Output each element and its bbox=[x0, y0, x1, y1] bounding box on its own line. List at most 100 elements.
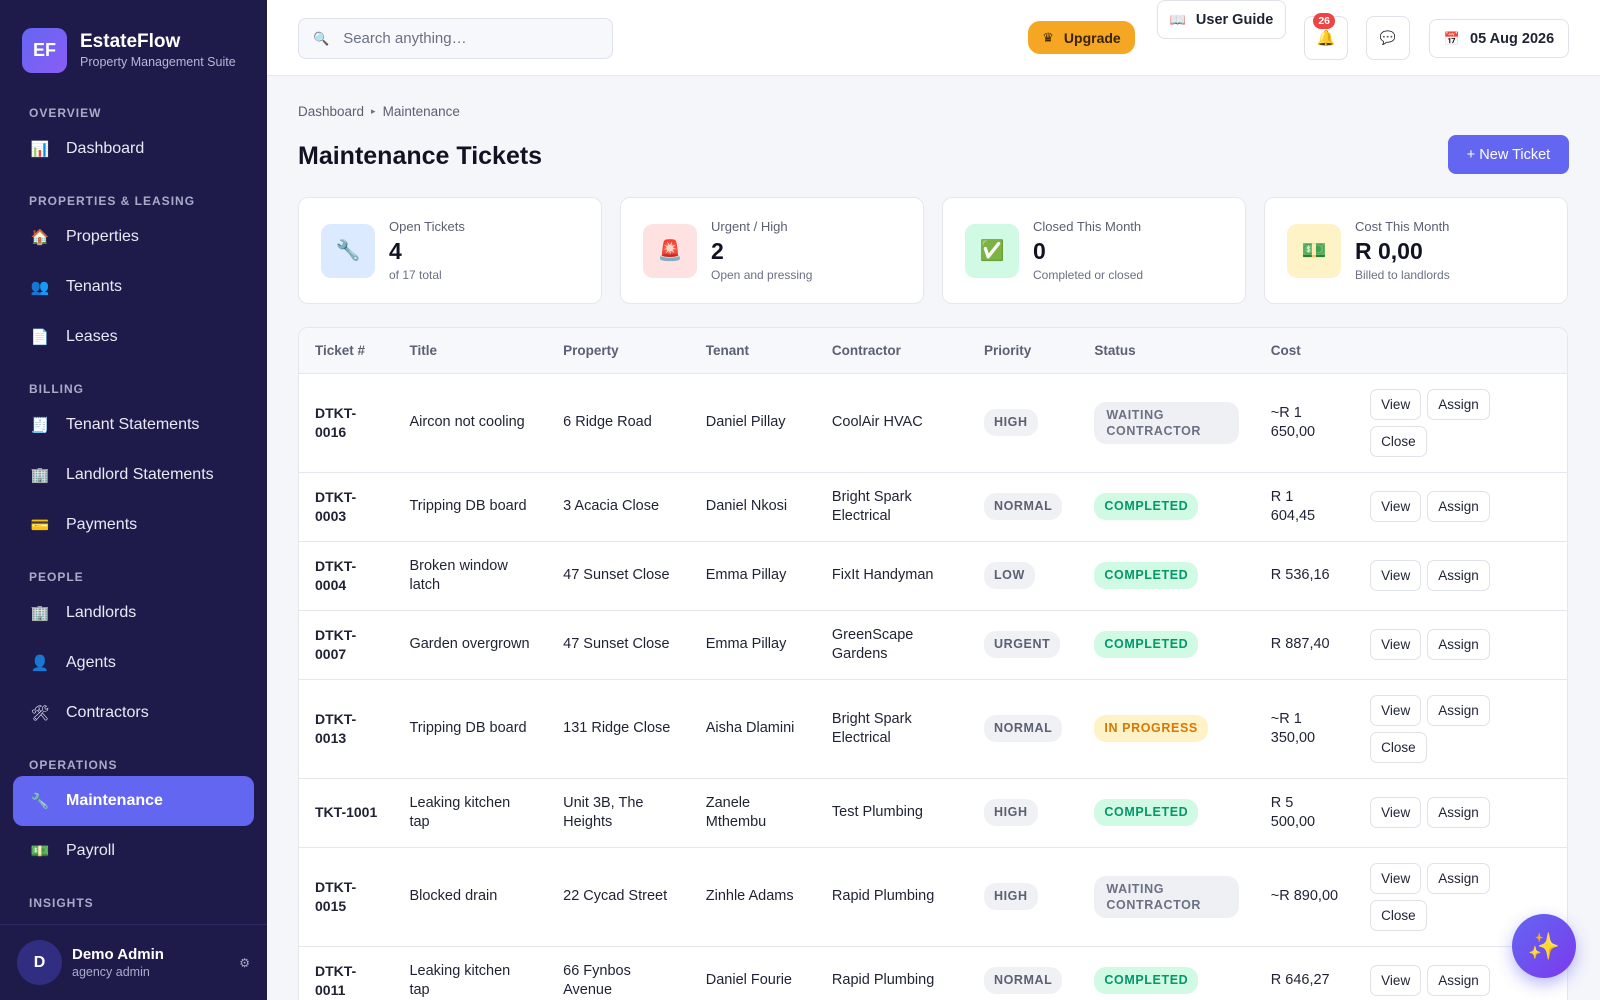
ticket-title: Leaking kitchen tap bbox=[393, 946, 548, 1000]
calendar-icon: 📅 bbox=[1443, 30, 1461, 46]
view-button[interactable]: View bbox=[1370, 965, 1422, 996]
table-row[interactable]: DTKT-0015 Blocked drain 22 Cycad Street Zin… bbox=[299, 847, 1567, 947]
table-row[interactable]: DTKT-0013 Tripping DB board 131 Ridge Clos… bbox=[299, 679, 1567, 779]
stat-label: Urgent / High bbox=[711, 219, 788, 234]
close-button[interactable]: Close bbox=[1370, 425, 1427, 457]
view-button[interactable]: View bbox=[1370, 491, 1422, 522]
stat-subtext: Open and pressing bbox=[711, 268, 813, 282]
ticket-cost: ~R 1 350,00 bbox=[1254, 679, 1355, 779]
sidebar-item-label: Tenant Statements bbox=[66, 416, 200, 433]
search-box[interactable]: 🔍 bbox=[298, 18, 613, 59]
sparkles-icon: ✨ bbox=[1527, 930, 1561, 961]
stat-card: ✅ Closed This Month 0 Completed or closed bbox=[942, 197, 1246, 304]
check-icon: ✅ bbox=[965, 223, 1019, 278]
ticket-title: Tripping DB board bbox=[393, 679, 548, 779]
sidebar-item-maintenance[interactable]: 🔧 Maintenance bbox=[13, 776, 254, 826]
stat-card: 🔧 Open Tickets 4 of 17 total bbox=[298, 197, 602, 304]
priority-badge: NORMAL bbox=[983, 715, 1063, 742]
table-row[interactable]: TKT-1001 Leaking kitchen tap Unit 3B, The … bbox=[299, 778, 1567, 848]
chat-icon: 💬 bbox=[1379, 30, 1397, 45]
table-row[interactable]: DTKT-0007 Garden overgrown 47 Sunset Close… bbox=[299, 610, 1567, 680]
sidebar-item-payroll[interactable]: 💵 Payroll bbox=[13, 826, 254, 876]
bell-icon: 🔔 bbox=[1316, 30, 1336, 47]
ticket-tenant: Zinhle Adams bbox=[689, 847, 816, 947]
brand[interactable]: EF EstateFlow Property Management Suite bbox=[0, 0, 267, 76]
receipt-icon: 🧾 bbox=[30, 417, 50, 434]
sidebar-item-dashboard[interactable]: 📊 Dashboard bbox=[13, 124, 254, 174]
view-button[interactable]: View bbox=[1370, 560, 1422, 591]
close-button[interactable]: Close bbox=[1370, 899, 1427, 931]
sidebar-item-tenant-statements[interactable]: 🧾 Tenant Statements bbox=[13, 400, 254, 450]
sidebar-item-leases[interactable]: 📄 Leases bbox=[13, 312, 254, 362]
view-button[interactable]: View bbox=[1370, 388, 1422, 420]
user-profile[interactable]: D Demo Admin agency admin ⚙ bbox=[0, 924, 267, 1000]
assign-button[interactable]: Assign bbox=[1427, 491, 1490, 522]
sidebar-item-label: Tenants bbox=[66, 278, 123, 295]
table-row[interactable]: DTKT-0011 Leaking kitchen tap 66 Fynbos Av… bbox=[299, 946, 1567, 1000]
breadcrumb-dashboard[interactable]: Dashboard bbox=[298, 104, 364, 119]
assign-button[interactable]: Assign bbox=[1427, 694, 1490, 726]
settings-icon[interactable]: ⚙ bbox=[239, 956, 250, 970]
assign-button[interactable]: Assign bbox=[1427, 965, 1490, 996]
ticket-tenant: Daniel Nkosi bbox=[689, 472, 816, 542]
sidebar-item-agents[interactable]: 👤 Agents bbox=[13, 638, 254, 688]
chart-icon: 📊 bbox=[30, 141, 50, 158]
ticket-number: DTKT-0004 bbox=[299, 541, 394, 611]
stats-row: 🔧 Open Tickets 4 of 17 total 🚨 Urgent / High 2… bbox=[298, 197, 1568, 304]
sidebar-item-properties[interactable]: 🏠 Properties bbox=[13, 212, 254, 262]
user-guide-button[interactable]: 📖 User Guide bbox=[1157, 0, 1286, 39]
sidebar-item-label: Maintenance bbox=[66, 792, 163, 809]
ticket-tenant: Zanele Mthembu bbox=[689, 778, 816, 848]
view-button[interactable]: View bbox=[1370, 797, 1422, 828]
view-button[interactable]: View bbox=[1370, 694, 1422, 726]
wrench-icon: 🔧 bbox=[321, 223, 375, 278]
column-header: Status bbox=[1078, 328, 1255, 374]
user-guide-label: User Guide bbox=[1195, 11, 1274, 28]
date-picker[interactable]: 📅 05 Aug 2026 bbox=[1429, 19, 1569, 58]
money-icon: 💵 bbox=[30, 843, 50, 860]
user-name: Demo Admin bbox=[72, 946, 164, 963]
notifications-button[interactable]: 🔔 26 bbox=[1304, 13, 1348, 60]
ticket-title: Leaking kitchen tap bbox=[393, 778, 548, 848]
sidebar: EF EstateFlow Property Management Suite … bbox=[0, 0, 267, 1000]
table-row[interactable]: DTKT-0016 Aircon not cooling 6 Ridge Road D… bbox=[299, 373, 1567, 473]
assign-button[interactable]: Assign bbox=[1427, 560, 1490, 591]
sidebar-item-tenants[interactable]: 👥 Tenants bbox=[13, 262, 254, 312]
assign-button[interactable]: Assign bbox=[1427, 629, 1490, 660]
assign-button[interactable]: Assign bbox=[1427, 797, 1490, 828]
nav-section-title: OPERATIONS bbox=[29, 758, 118, 772]
priority-badge: NORMAL bbox=[983, 967, 1063, 994]
document-icon: 📄 bbox=[30, 329, 50, 346]
stat-label: Closed This Month bbox=[1033, 219, 1142, 234]
search-input[interactable] bbox=[343, 30, 584, 47]
table-row[interactable]: DTKT-0003 Tripping DB board 3 Acacia Close… bbox=[299, 472, 1567, 542]
building-icon: 🏢 bbox=[30, 467, 50, 484]
table-row[interactable]: DTKT-0004 Broken window latch 47 Sunset Cl… bbox=[299, 541, 1567, 611]
ticket-property: 22 Cycad Street bbox=[547, 847, 690, 947]
assign-button[interactable]: Assign bbox=[1427, 862, 1490, 894]
ticket-cost: ~R 890,00 bbox=[1254, 847, 1355, 947]
ticket-property: 3 Acacia Close bbox=[547, 472, 690, 542]
ticket-cost: R 1 604,45 bbox=[1254, 472, 1355, 542]
ticket-number: DTKT-0003 bbox=[299, 472, 394, 542]
new-ticket-button[interactable]: + New Ticket bbox=[1448, 135, 1569, 174]
sidebar-item-payments[interactable]: 💳 Payments bbox=[13, 500, 254, 550]
sidebar-item-label: Contractors bbox=[66, 704, 149, 721]
sidebar-item-landlord-statements[interactable]: 🏢 Landlord Statements bbox=[13, 450, 254, 500]
sidebar-item-landlords[interactable]: 🏢 Landlords bbox=[13, 588, 254, 638]
ticket-cost: R 536,16 bbox=[1254, 541, 1355, 611]
view-button[interactable]: View bbox=[1370, 862, 1422, 894]
priority-badge: HIGH bbox=[983, 409, 1038, 436]
row-actions: View Assign bbox=[1370, 965, 1502, 996]
messages-button[interactable]: 💬 bbox=[1366, 16, 1410, 60]
assign-button[interactable]: Assign bbox=[1427, 388, 1490, 420]
ticket-tenant: Daniel Pillay bbox=[689, 373, 816, 473]
upgrade-button[interactable]: ♛ Upgrade bbox=[1028, 21, 1135, 54]
assistant-button[interactable]: ✨ bbox=[1512, 914, 1576, 978]
close-button[interactable]: Close bbox=[1370, 731, 1427, 763]
ticket-cost: R 887,40 bbox=[1254, 610, 1355, 680]
nav-section-title: PEOPLE bbox=[29, 570, 84, 584]
view-button[interactable]: View bbox=[1370, 629, 1422, 660]
status-badge: COMPLETED bbox=[1094, 799, 1199, 826]
sidebar-item-contractors[interactable]: 🛠 Contractors bbox=[13, 688, 254, 738]
